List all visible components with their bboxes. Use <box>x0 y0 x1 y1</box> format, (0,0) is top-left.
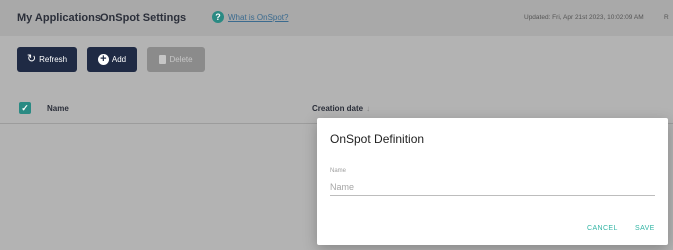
top-bar: My Applications OnSpot Settings ? What i… <box>0 0 673 36</box>
help-link-group[interactable]: ? What is OnSpot? <box>212 11 288 23</box>
add-button[interactable]: + Add <box>87 47 137 72</box>
delete-label: Delete <box>169 55 193 64</box>
name-input[interactable] <box>330 178 655 196</box>
dialog-title: OnSpot Definition <box>330 132 425 146</box>
refresh-icon: ↻ <box>26 53 37 65</box>
refresh-label: Refresh <box>39 55 68 64</box>
cancel-button[interactable]: CANCEL <box>587 225 618 232</box>
what-is-onspot-link[interactable]: What is OnSpot? <box>228 13 288 22</box>
question-mark-icon: ? <box>212 11 224 23</box>
save-button[interactable]: SAVE <box>635 225 655 232</box>
add-label: Add <box>111 55 127 64</box>
column-header-creation-date-label: Creation date <box>312 104 364 113</box>
nav-my-applications[interactable]: My Applications <box>17 12 101 24</box>
toolbar: ↻ Refresh + Add Delete <box>17 47 205 72</box>
column-header-creation-date[interactable]: Creation date ↓ <box>312 104 370 113</box>
onspot-definition-dialog: OnSpot Definition Name CANCEL SAVE <box>317 118 668 245</box>
sort-arrow-down-icon[interactable]: ↓ <box>366 104 370 113</box>
updated-timestamp: Updated: Fri, Apr 21st 2023, 10:02:09 AM <box>524 14 644 21</box>
plus-circle-icon: + <box>97 54 109 65</box>
column-header-name[interactable]: Name <box>47 104 69 113</box>
select-all-checkbox[interactable]: ✓ <box>19 102 31 114</box>
name-field-label: Name <box>330 168 347 174</box>
clipped-text: R <box>664 14 669 21</box>
refresh-button[interactable]: ↻ Refresh <box>17 47 77 72</box>
nav-onspot-settings[interactable]: OnSpot Settings <box>100 12 186 24</box>
trash-icon <box>159 55 167 64</box>
delete-button[interactable]: Delete <box>147 47 205 72</box>
